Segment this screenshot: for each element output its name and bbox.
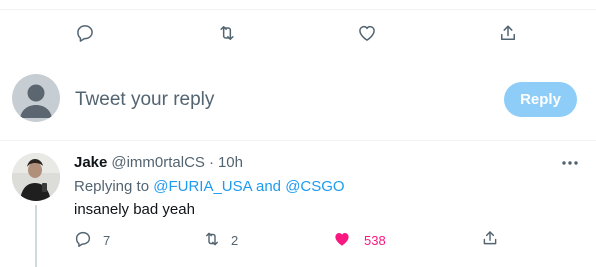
share-icon[interactable] xyxy=(498,23,518,43)
replying-to: Replying to @FURIA_USA and @CSGO xyxy=(74,178,345,195)
mention-furia[interactable]: @FURIA_USA xyxy=(153,178,252,195)
avatar[interactable] xyxy=(12,153,60,201)
handle[interactable]: @imm0rtalCS xyxy=(111,154,205,171)
retweet-icon[interactable] xyxy=(203,230,221,248)
tweet-header: Jake @imm0rtalCS · 10h xyxy=(74,154,243,171)
reply-button[interactable]: Reply xyxy=(504,82,577,117)
like-count: 538 xyxy=(364,233,386,248)
heart-filled-icon[interactable] xyxy=(333,230,351,248)
thread-line xyxy=(35,205,37,267)
retweet-count: 2 xyxy=(231,233,239,248)
default-avatar[interactable] xyxy=(12,74,60,122)
share-icon[interactable] xyxy=(481,229,499,247)
display-name[interactable]: Jake xyxy=(74,154,107,171)
reply-count: 7 xyxy=(103,233,111,248)
timestamp[interactable]: 10h xyxy=(218,154,243,171)
replying-prefix: Replying to xyxy=(74,178,150,195)
retweet-icon[interactable] xyxy=(217,23,237,43)
top-divider xyxy=(0,9,596,10)
mention-joiner: and xyxy=(255,178,282,195)
reply-icon[interactable] xyxy=(75,23,95,43)
reply-icon[interactable] xyxy=(74,230,92,248)
separator-dot: · xyxy=(208,154,214,171)
mention-csgo[interactable]: @CSGO xyxy=(285,178,344,195)
tweet-text: insanely bad yeah xyxy=(74,201,195,218)
reply-input[interactable] xyxy=(75,86,455,114)
more-options-icon[interactable] xyxy=(560,153,580,173)
composer-divider xyxy=(0,140,596,141)
heart-icon[interactable] xyxy=(357,23,377,43)
